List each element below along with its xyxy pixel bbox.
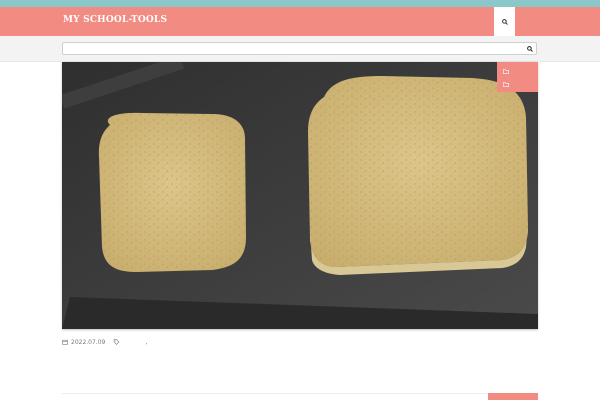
post-meta: 2022.07.09 , <box>62 337 147 347</box>
sponge-cake-photo <box>62 62 538 329</box>
next-post-category-badge[interactable] <box>488 393 538 400</box>
search-submit-button[interactable] <box>524 43 536 54</box>
post-category-badges <box>497 62 538 92</box>
top-notice-bar <box>0 0 600 7</box>
category-badge[interactable] <box>503 65 512 77</box>
search-icon <box>501 18 508 25</box>
site-logo[interactable]: MY SCHOOL-TOOLS <box>63 15 167 25</box>
search-icon <box>527 45 533 52</box>
post-date: 2022.07.09 <box>71 338 106 346</box>
search-input[interactable] <box>62 42 537 55</box>
search-bar <box>0 36 600 62</box>
tag-icon <box>114 339 120 345</box>
site-header: MY SCHOOL-TOOLS <box>0 7 600 36</box>
header-menu-button[interactable] <box>517 7 538 36</box>
folder-icon <box>503 81 509 87</box>
next-post-card[interactable] <box>62 393 538 400</box>
header-search-button[interactable] <box>494 7 515 36</box>
category-badge[interactable] <box>503 78 512 90</box>
post-featured-image[interactable] <box>62 62 538 329</box>
tag-separator: , <box>145 338 148 346</box>
folder-icon <box>503 68 509 74</box>
calendar-icon <box>62 339 68 345</box>
